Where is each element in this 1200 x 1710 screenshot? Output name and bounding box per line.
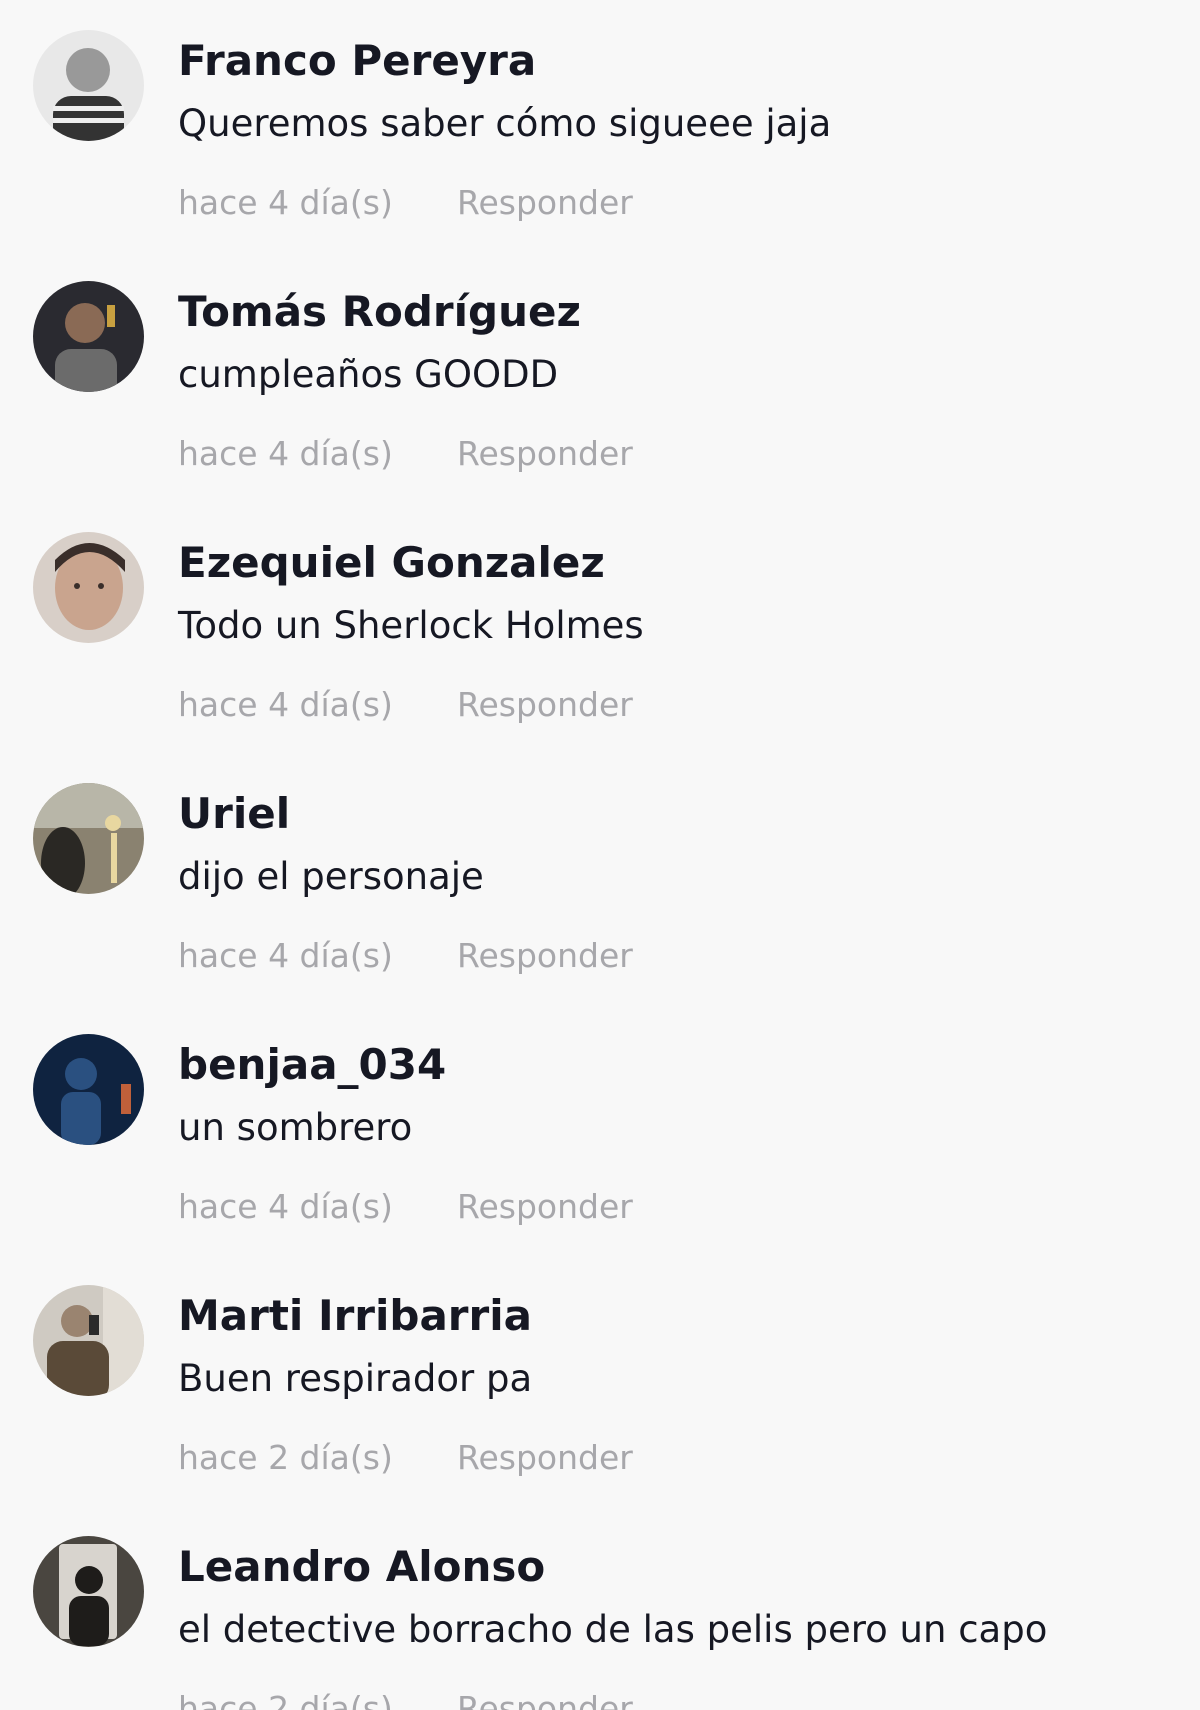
comment-item: Tomás Rodríguez cumpleaños GOODD hace 4 … <box>0 251 1200 502</box>
comment-username[interactable]: Franco Pereyra <box>178 36 536 85</box>
comment-username[interactable]: Ezequiel Gonzalez <box>178 538 605 587</box>
avatar[interactable] <box>33 532 144 643</box>
avatar-image <box>33 30 144 141</box>
comment-timestamp: hace 2 día(s) <box>178 1438 393 1477</box>
comment-timestamp: hace 4 día(s) <box>178 685 393 724</box>
comment-username[interactable]: Tomás Rodríguez <box>178 287 581 336</box>
comment-text: Todo un Sherlock Holmes <box>178 604 644 647</box>
avatar[interactable] <box>33 1536 144 1647</box>
comment-timestamp: hace 4 día(s) <box>178 434 393 473</box>
comment-timestamp: hace 4 día(s) <box>178 936 393 975</box>
avatar[interactable] <box>33 30 144 141</box>
comment-item: benjaa_034 un sombrero hace 4 día(s) Res… <box>0 1004 1200 1255</box>
avatar-image <box>33 783 144 894</box>
reply-button[interactable]: Responder <box>457 1438 633 1477</box>
comment-timestamp: hace 4 día(s) <box>178 1187 393 1226</box>
avatar-image <box>33 532 144 643</box>
avatar-image <box>33 1285 144 1396</box>
avatar-image <box>33 281 144 392</box>
reply-button[interactable]: Responder <box>457 685 633 724</box>
avatar[interactable] <box>33 783 144 894</box>
comment-text: el detective borracho de las pelis pero … <box>178 1608 1048 1651</box>
comment-username[interactable]: Uriel <box>178 789 290 838</box>
comment-item: Ezequiel Gonzalez Todo un Sherlock Holme… <box>0 502 1200 753</box>
avatar-image <box>33 1034 144 1145</box>
comment-timestamp: hace 4 día(s) <box>178 183 393 222</box>
comment-timestamp: hace 2 día(s) <box>178 1689 393 1710</box>
reply-button[interactable]: Responder <box>457 183 633 222</box>
reply-button[interactable]: Responder <box>457 936 633 975</box>
comment-item: Leandro Alonso el detective borracho de … <box>0 1506 1200 1710</box>
comment-item: Franco Pereyra Queremos saber cómo sigue… <box>0 0 1200 251</box>
comment-text: un sombrero <box>178 1106 413 1149</box>
comment-text: Queremos saber cómo sigueee jaja <box>178 102 832 145</box>
avatar[interactable] <box>33 1034 144 1145</box>
comment-username[interactable]: benjaa_034 <box>178 1040 446 1089</box>
reply-button[interactable]: Responder <box>457 1689 633 1710</box>
avatar[interactable] <box>33 281 144 392</box>
avatar[interactable] <box>33 1285 144 1396</box>
comment-item: Uriel dijo el personaje hace 4 día(s) Re… <box>0 753 1200 1004</box>
reply-button[interactable]: Responder <box>457 1187 633 1226</box>
comment-item: Marti Irribarria Buen respirador pa hace… <box>0 1255 1200 1506</box>
comment-username[interactable]: Marti Irribarria <box>178 1291 532 1340</box>
comment-list: Franco Pereyra Queremos saber cómo sigue… <box>0 0 1200 1710</box>
comment-username[interactable]: Leandro Alonso <box>178 1542 545 1591</box>
comment-text: cumpleaños GOODD <box>178 353 559 396</box>
comment-text: Buen respirador pa <box>178 1357 533 1400</box>
reply-button[interactable]: Responder <box>457 434 633 473</box>
comment-text: dijo el personaje <box>178 855 484 898</box>
avatar-image <box>33 1536 144 1647</box>
